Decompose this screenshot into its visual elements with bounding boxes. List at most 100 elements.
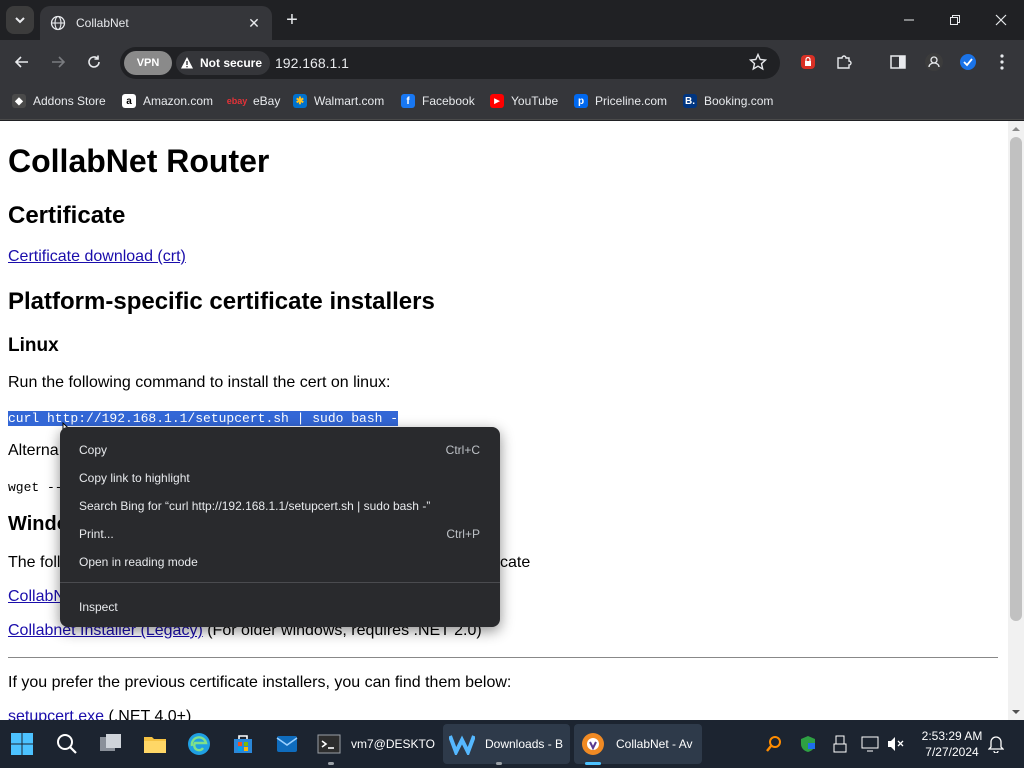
bookmark-booking[interactable]: B. Booking.com [683,92,773,110]
bookmark-label: Addons Store [33,94,106,108]
menu-item-copy-link-highlight[interactable]: Copy link to highlight [60,464,500,492]
close-window-button[interactable] [978,0,1024,40]
tray-volume[interactable] [884,730,908,758]
file-explorer-button[interactable] [141,730,169,758]
winzip-icon [449,731,475,757]
tab-strip: CollabNet ✕ + [0,0,1024,40]
extensions-button[interactable] [832,50,856,74]
profile-icon [925,53,943,71]
menu-item-label: Copy [79,443,108,457]
wget-command[interactable]: wget -- [8,480,63,495]
tray-display[interactable] [858,730,882,758]
taskbar-app-collabnet[interactable]: CollabNet - Av [574,724,702,764]
app-running-indicator [496,762,502,765]
app-active-indicator [585,762,601,765]
linux-instruction: Run the following command to install the… [8,374,391,391]
tray-search-app[interactable] [762,730,786,758]
clock-date: 7/27/2024 [925,745,979,759]
task-view-icon [100,734,121,751]
scrollbar-thumb[interactable] [1010,137,1022,621]
warning-icon [181,57,193,69]
tray-device[interactable] [828,730,852,758]
tab-collabnet[interactable]: CollabNet ✕ [40,6,272,40]
taskbar-app-label: vm7@DESKTO [351,737,435,751]
security-indicator[interactable]: Not secure [176,51,271,75]
notifications-button[interactable] [984,730,1008,758]
menu-item-label: Inspect [79,600,118,614]
usb-icon [833,735,847,753]
bookmark-label: Amazon.com [143,94,214,108]
amazon-icon: a [122,94,136,108]
setupcert-note: (.NET 4.0+) [104,708,192,720]
page-title: CollabNet Router [8,143,270,179]
bookmark-label: Facebook [422,94,475,108]
security-shield-icon [801,736,815,752]
bookmark-ebay[interactable]: ebay eBay [227,92,280,110]
divider [8,657,998,658]
system-clock[interactable]: 2:53:29 AM 7/27/2024 [916,728,988,760]
chevron-down-icon [15,17,25,24]
close-icon [995,14,1007,26]
extension-lock-button[interactable] [796,50,820,74]
tab-search-button[interactable] [6,6,34,34]
back-button[interactable] [8,48,36,76]
scroll-up-icon[interactable] [1008,123,1024,135]
arrow-right-icon [52,56,66,68]
reload-icon [88,55,100,68]
certificate-download-link[interactable]: Certificate download (crt) [8,248,186,266]
profile-button[interactable] [922,50,946,74]
new-tab-button[interactable]: + [282,10,302,30]
arrow-left-icon [14,56,28,68]
forward-button[interactable] [44,48,72,76]
bookmark-addons-store[interactable]: ◆ Addons Store [12,92,106,110]
globe-icon [50,15,66,31]
heading-platform-installers: Platform-specific certificate installers [8,288,435,315]
avast-extension-button[interactable] [956,50,980,74]
mail-icon [276,736,298,752]
close-tab-icon[interactable]: ✕ [246,15,262,32]
bookmark-youtube[interactable]: ▶ YouTube [490,92,558,110]
store-button[interactable] [229,730,257,758]
edge-button[interactable] [185,730,213,758]
vpn-badge[interactable]: VPN [124,51,172,75]
addons-store-icon: ◆ [12,94,26,108]
menu-item-inspect[interactable]: Inspect [60,593,500,621]
minimize-icon [904,19,914,21]
tray-security[interactable] [796,730,820,758]
outlook-button[interactable] [273,730,301,758]
side-panel-button[interactable] [886,50,910,74]
bookmark-priceline[interactable]: p Priceline.com [574,92,667,110]
web-page: CollabNet Router Certificate Certificate… [0,121,1008,720]
reload-button[interactable] [80,48,108,76]
scroll-down-icon[interactable] [1008,706,1024,718]
bookmark-star-button[interactable] [746,50,770,74]
menu-button[interactable] [990,50,1014,74]
bookmark-label: Priceline.com [595,94,668,108]
volume-muted-icon [888,737,904,751]
collabnet-installer-link[interactable]: CollabN [8,588,65,606]
menu-separator [60,582,500,583]
bookmark-amazon[interactable]: a Amazon.com [122,92,213,110]
avast-browser-icon [580,731,606,757]
start-button[interactable] [8,730,36,758]
menu-item-label: Search Bing for “curl http://192.168.1.1… [79,499,431,513]
facebook-icon: f [401,94,415,108]
menu-item-print[interactable]: Print... Ctrl+P [60,520,500,548]
kebab-menu-icon [1000,54,1004,70]
setupcert-link[interactable]: setupcert.exe [8,708,104,720]
restore-button[interactable] [932,0,978,40]
taskbar-app-downloads[interactable]: Downloads - B [443,724,570,764]
clock-time: 2:53:29 AM [921,729,983,743]
bookmark-walmart[interactable]: ✱ Walmart.com [293,92,384,110]
search-button[interactable] [53,730,81,758]
menu-item-copy[interactable]: Copy Ctrl+C [60,436,500,464]
task-view-button[interactable] [97,730,125,758]
url-text[interactable]: 192.168.1.1 [275,55,349,71]
walmart-icon: ✱ [293,94,307,108]
taskbar-app-terminal[interactable]: vm7@DESKTO [311,724,435,764]
bookmark-facebook[interactable]: f Facebook [401,92,475,110]
menu-item-reading-mode[interactable]: Open in reading mode [60,548,500,576]
menu-item-search-bing[interactable]: Search Bing for “curl http://192.168.1.1… [60,492,500,520]
minimize-button[interactable] [886,0,932,40]
edge-icon [188,733,210,755]
